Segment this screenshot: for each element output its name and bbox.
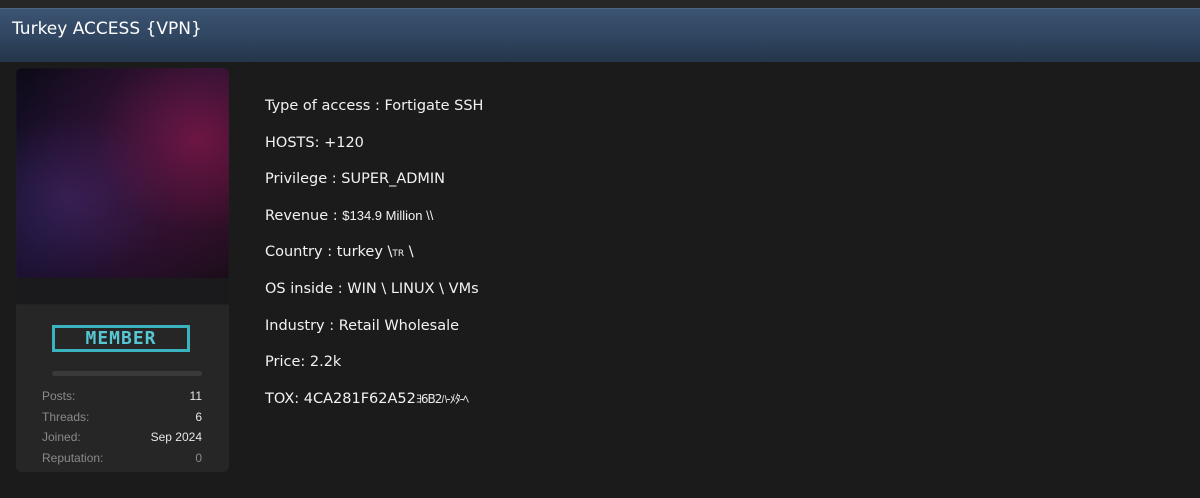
thread-title: Turkey ACCESS {VPN}: [12, 19, 202, 39]
stat-label: Reputation:: [42, 450, 104, 465]
tox-redacted: ﾖ6B2ﾊ-ﾒﾀ-ﾍ: [415, 391, 469, 406]
tox-label: TOX: 4CA281F62A52: [265, 390, 416, 407]
avatar-footer: [16, 278, 229, 304]
post-line-price: Price: 2.2k: [265, 354, 342, 371]
stat-reputation: Reputation: 0: [42, 448, 202, 469]
post-container: MEMBER Posts: 11 Threads: 6 Joined: Sep …: [0, 62, 1200, 498]
country-end: \: [404, 244, 414, 261]
post-line-revenue: Revenue : $134.9 Million \\: [265, 206, 483, 243]
stat-value[interactable]: 11: [190, 386, 202, 407]
stat-label: Joined:: [42, 430, 81, 444]
stat-value: Sep 2024: [150, 430, 202, 444]
post-line-privilege: Privilege : SUPER_ADMIN: [265, 171, 446, 188]
rank-badge: MEMBER: [52, 325, 190, 352]
user-stats: Posts: 11 Threads: 6 Joined: Sep 2024 Re…: [42, 386, 202, 468]
stat-label: Posts:: [42, 389, 76, 403]
stat-label: Threads:: [42, 409, 90, 424]
stat-posts: Posts: 11: [42, 386, 202, 407]
stat-joined: Joined: Sep 2024: [42, 427, 202, 448]
revenue-value: $134.9 Million \\: [342, 207, 434, 223]
country-label: Country : turkey \: [265, 244, 393, 261]
thread-header: Turkey ACCESS {VPN}: [0, 8, 1200, 62]
stat-value[interactable]: 6: [195, 407, 202, 428]
country-flag: TR: [392, 249, 405, 260]
stat-threads: Threads: 6: [42, 407, 202, 428]
revenue-label: Revenue :: [265, 207, 343, 224]
avatar[interactable]: [16, 68, 229, 304]
top-strip: [0, 0, 1200, 8]
post-line-hosts: HOSTS: +120: [265, 134, 364, 151]
post-line-os: OS inside : WIN \ LINUX \ VMs: [265, 280, 479, 297]
post-line-country: Country : turkey \TR \: [265, 242, 483, 279]
post-body: Type of access : Fortigate SSH HOSTS: +1…: [265, 96, 483, 425]
reputation-bar: [52, 371, 202, 376]
stat-value[interactable]: 0: [195, 448, 202, 469]
post-line-access-type: Type of access : Fortigate SSH: [265, 98, 484, 114]
user-panel: MEMBER Posts: 11 Threads: 6 Joined: Sep …: [16, 68, 229, 472]
post-line-tox: TOX: 4CA281F62A52ﾖ6B2ﾊ-ﾒﾀ-ﾍ: [265, 389, 483, 426]
post-line-industry: Industry : Retail Wholesale: [265, 317, 460, 334]
